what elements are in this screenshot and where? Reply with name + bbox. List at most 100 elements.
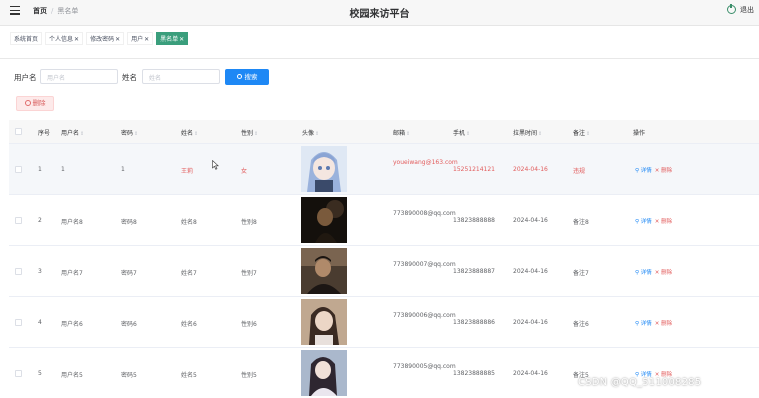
avatar bbox=[301, 248, 347, 294]
column-header-label: 头像 bbox=[302, 130, 315, 137]
select-all-checkbox[interactable] bbox=[15, 128, 22, 135]
cell-name: 姓名6 bbox=[181, 321, 197, 328]
cell-phone: 13823888888 bbox=[453, 217, 495, 224]
cell-password: 密码5 bbox=[121, 372, 137, 379]
cell-block-time: 2024-04-16 bbox=[513, 217, 548, 224]
avatar bbox=[301, 350, 347, 396]
table-row: 4 用户名6 密码6 姓名6 性别6 773890006@qq.com 1382… bbox=[9, 297, 759, 348]
cell-gender: 性别5 bbox=[241, 372, 257, 379]
row-checkbox[interactable] bbox=[15, 370, 22, 377]
column-header-block-time[interactable]: 拉黑时间⇕ bbox=[513, 128, 542, 137]
row-checkbox[interactable] bbox=[15, 268, 22, 275]
cell-block-time: 2024-04-16 bbox=[513, 319, 548, 326]
close-icon: ✕ bbox=[654, 321, 660, 327]
cell-name: 姓名8 bbox=[181, 219, 197, 226]
cell-password: 密码6 bbox=[121, 321, 137, 328]
column-header-name[interactable]: 姓名⇕ bbox=[181, 128, 198, 137]
logout-label: 退出 bbox=[740, 6, 754, 14]
row-checkbox[interactable] bbox=[15, 217, 22, 224]
close-icon[interactable]: ✕ bbox=[179, 36, 184, 43]
cell-password: 密码7 bbox=[121, 270, 137, 277]
sort-icon[interactable]: ⇕ bbox=[586, 131, 590, 137]
close-icon[interactable]: ✕ bbox=[144, 36, 149, 43]
column-header-note[interactable]: 备注⇕ bbox=[573, 128, 590, 137]
row-actions: ⚲ 详情 ✕ 删除 bbox=[635, 217, 672, 225]
batch-delete-button[interactable]: 删除 bbox=[16, 96, 54, 111]
search-button[interactable]: 搜索 bbox=[225, 69, 269, 85]
search-icon: ⚲ bbox=[635, 168, 640, 174]
search-icon: ⚲ bbox=[635, 219, 640, 225]
search-icon: ⚲ bbox=[635, 321, 640, 327]
detail-link[interactable]: ⚲ 详情 bbox=[635, 219, 652, 225]
username-input[interactable]: 用户名 bbox=[40, 69, 118, 84]
name-input[interactable]: 姓名 bbox=[142, 69, 220, 84]
sort-icon[interactable]: ⇕ bbox=[466, 131, 470, 137]
column-header-password[interactable]: 密码⇕ bbox=[121, 128, 138, 137]
cell-phone: 13823888887 bbox=[453, 268, 495, 275]
column-header-actions: 操作 bbox=[633, 130, 646, 137]
sort-icon[interactable]: ⇕ bbox=[194, 131, 198, 137]
close-icon: ✕ bbox=[654, 219, 660, 225]
detail-label: 详情 bbox=[640, 270, 652, 276]
tab-label: 个人信息 bbox=[49, 36, 74, 43]
tab-label: 系统首页 bbox=[14, 36, 39, 43]
detail-link[interactable]: ⚲ 详情 bbox=[635, 321, 652, 327]
sort-icon[interactable]: ⇕ bbox=[315, 131, 319, 137]
column-header-phone[interactable]: 手机⇕ bbox=[453, 128, 470, 137]
column-header-gender[interactable]: 性别⇕ bbox=[241, 128, 258, 137]
top-bar: 首页 / 黑名单 校园来访平台 退出 bbox=[0, 0, 759, 26]
detail-label: 详情 bbox=[640, 168, 652, 174]
delete-link[interactable]: ✕ 删除 bbox=[655, 168, 672, 174]
sort-icon[interactable]: ⇕ bbox=[538, 131, 542, 137]
logout-button[interactable]: 退出 bbox=[727, 4, 754, 15]
row-checkbox[interactable] bbox=[15, 319, 22, 326]
cell-phone: 15251214121 bbox=[453, 166, 495, 173]
tab-change-password[interactable]: 修改密码✕ bbox=[86, 32, 125, 45]
close-icon[interactable]: ✕ bbox=[74, 36, 79, 43]
cell-note: 备注6 bbox=[573, 321, 589, 328]
delete-link[interactable]: ✕ 删除 bbox=[655, 270, 672, 276]
delete-label: 删除 bbox=[661, 270, 673, 276]
avatar-image bbox=[301, 146, 347, 192]
mouse-cursor-icon bbox=[212, 160, 219, 170]
row-actions: ⚲ 详情 ✕ 删除 bbox=[635, 268, 672, 276]
tab-home[interactable]: 系统首页 bbox=[10, 32, 43, 45]
column-header-username[interactable]: 用户名⇕ bbox=[61, 128, 84, 137]
delete-link[interactable]: ✕ 删除 bbox=[655, 219, 672, 225]
cell-gender: 性别8 bbox=[241, 219, 257, 226]
avatar bbox=[301, 146, 347, 192]
avatar bbox=[301, 197, 347, 243]
cell-block-time: 2024-04-16 bbox=[513, 268, 548, 275]
cell-name: 姓名5 bbox=[181, 372, 197, 379]
column-header-email[interactable]: 邮箱⇕ bbox=[393, 128, 410, 137]
tab-label: 修改密码 bbox=[90, 36, 115, 43]
tab-profile[interactable]: 个人信息✕ bbox=[45, 32, 84, 45]
cell-password: 1 bbox=[121, 166, 125, 173]
close-icon: ✕ bbox=[654, 168, 660, 174]
column-header-avatar[interactable]: 头像⇕ bbox=[302, 128, 319, 137]
detail-link[interactable]: ⚲ 详情 bbox=[635, 270, 652, 276]
sort-icon[interactable]: ⇕ bbox=[406, 131, 410, 137]
search-button-label: 搜索 bbox=[244, 73, 258, 81]
cell-gender: 性别6 bbox=[241, 321, 257, 328]
detail-label: 详情 bbox=[640, 219, 652, 225]
row-checkbox[interactable] bbox=[15, 166, 22, 173]
cell-block-time: 2024-04-16 bbox=[513, 166, 548, 173]
delete-link[interactable]: ✕ 删除 bbox=[655, 321, 672, 327]
sort-icon[interactable]: ⇕ bbox=[134, 131, 138, 137]
sort-icon[interactable]: ⇕ bbox=[254, 131, 258, 137]
column-header-label: 手机 bbox=[453, 130, 466, 137]
cell-note: 备注8 bbox=[573, 219, 589, 226]
tab-users[interactable]: 用户✕ bbox=[127, 32, 154, 45]
name-label: 姓名 bbox=[122, 73, 137, 82]
detail-link[interactable]: ⚲ 详情 bbox=[635, 168, 652, 174]
tab-blacklist[interactable]: 黑名单✕ bbox=[156, 32, 189, 45]
avatar-image bbox=[301, 299, 347, 345]
delete-label: 删除 bbox=[661, 219, 673, 225]
cell-username: 1 bbox=[61, 166, 65, 173]
column-header-index: 序号 bbox=[38, 130, 51, 137]
sort-icon[interactable]: ⇕ bbox=[80, 131, 84, 137]
close-icon[interactable]: ✕ bbox=[115, 36, 120, 43]
table-row: 2 用户名8 密码8 姓名8 性别8 773890008@qq.com 1382… bbox=[9, 195, 759, 246]
cell-gender: 性别7 bbox=[241, 270, 257, 277]
